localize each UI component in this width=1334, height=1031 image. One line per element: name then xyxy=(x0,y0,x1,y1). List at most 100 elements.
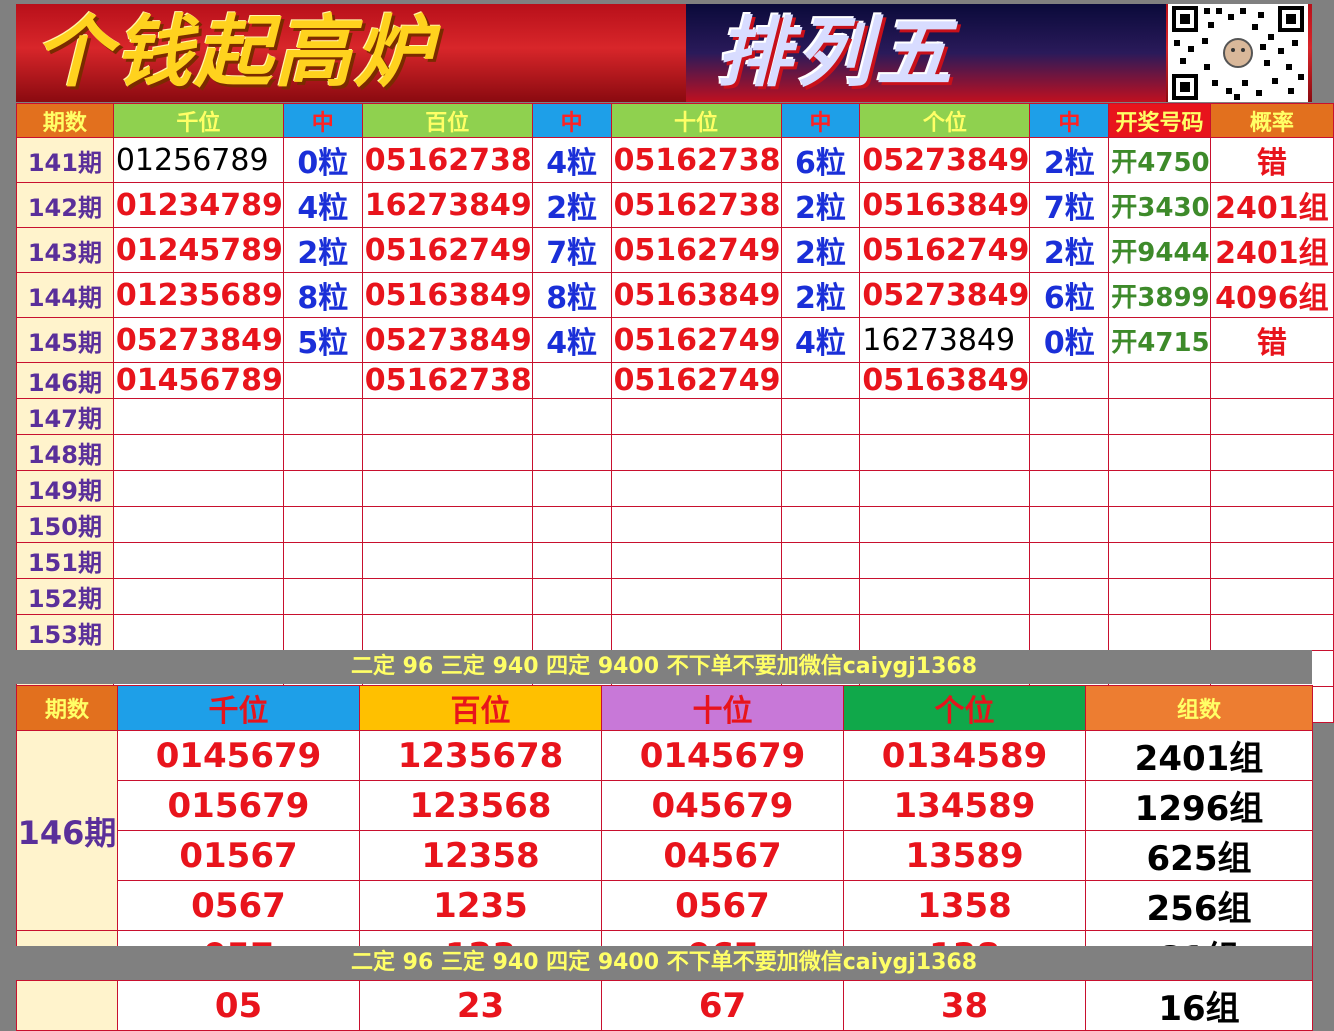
rate-result: 错 xyxy=(1209,137,1334,183)
bai-hit-count: 8粒 xyxy=(531,272,612,318)
ge-digits xyxy=(859,542,1031,579)
rate-result xyxy=(1209,578,1334,615)
header-ge: 个位 xyxy=(859,103,1031,138)
qian-hit-count: 0粒 xyxy=(282,137,363,183)
period-cell: 147期 xyxy=(16,398,114,435)
open-number xyxy=(1108,614,1211,651)
ge-digits: 05273849 xyxy=(859,137,1031,183)
ge-hit-count xyxy=(1029,470,1110,507)
shi-hit-count: 2粒 xyxy=(780,182,861,228)
shi-hit-count xyxy=(780,578,861,615)
group-count: 625组 xyxy=(1085,830,1313,881)
header-hit: 中 xyxy=(1029,103,1110,138)
rate-result xyxy=(1209,614,1334,651)
header-bai: 百位 xyxy=(359,685,602,731)
history-row: 145期 05273849 5粒 05273849 4粒 05162749 4粒 162738… xyxy=(16,317,1334,363)
qian-digits xyxy=(112,614,284,651)
shi-digits xyxy=(610,470,782,507)
shi-hit-count xyxy=(780,362,861,399)
bai-hit-count: 2粒 xyxy=(531,182,612,228)
rate-result xyxy=(1209,542,1334,579)
qian-hit-count xyxy=(282,470,363,507)
shi-hit-count xyxy=(780,470,861,507)
shi-hit-count: 4粒 xyxy=(780,317,861,363)
rate-result: 2401组 xyxy=(1209,182,1334,228)
history-row: 144期 01235689 8粒 05163849 8粒 05163849 2粒 052738… xyxy=(16,272,1334,318)
bai-digits xyxy=(361,470,533,507)
period-cell: 144期 xyxy=(16,272,114,318)
prediction-row: 0567 1235 0567 1358 256组 xyxy=(17,880,1313,931)
rate-result xyxy=(1209,362,1334,399)
shi-digits xyxy=(610,578,782,615)
bai-digits: 16273849 xyxy=(361,182,533,228)
open-number: 开4750 xyxy=(1108,137,1211,183)
ge-hit-count xyxy=(1029,434,1110,471)
ge-hit-count xyxy=(1029,506,1110,543)
rate-result xyxy=(1209,398,1334,435)
shi-digits xyxy=(610,398,782,435)
ge-digits: 134589 xyxy=(843,780,1086,831)
period-cell: 146期 xyxy=(16,730,118,931)
ge-hit-count: 2粒 xyxy=(1029,137,1110,183)
footer-note-top: 二定 96 三定 940 四定 9400 不下单不要加微信caiygj1368 xyxy=(16,650,1312,684)
shi-digits: 045679 xyxy=(601,780,844,831)
shi-hit-count: 6粒 xyxy=(780,137,861,183)
rate-result: 错 xyxy=(1209,317,1334,363)
ge-digits: 05162749 xyxy=(859,227,1031,273)
period-cell: 145期 xyxy=(16,317,114,363)
bai-digits xyxy=(361,542,533,579)
header-rate: 概率 xyxy=(1209,103,1334,138)
bai-hit-count xyxy=(531,542,612,579)
ge-hit-count xyxy=(1029,614,1110,651)
title-banner: 个钱起高炉 排列五 xyxy=(16,4,1312,102)
ge-digits xyxy=(859,470,1031,507)
shi-hit-count xyxy=(780,614,861,651)
bai-hit-count xyxy=(531,506,612,543)
qian-hit-count: 8粒 xyxy=(282,272,363,318)
shi-digits: 05162738 xyxy=(610,182,782,228)
bai-digits: 05273849 xyxy=(361,317,533,363)
shi-digits xyxy=(610,434,782,471)
header-shi: 十位 xyxy=(601,685,844,731)
bai-digits: 05162738 xyxy=(361,362,533,399)
prediction-row: 01567 12358 04567 13589 625组 xyxy=(17,830,1313,881)
open-number: 开3899 xyxy=(1108,272,1211,318)
prediction-header-row: 期数 千位 百位 十位 个位 组数 xyxy=(16,685,1313,731)
qian-hit-count xyxy=(282,614,363,651)
ge-digits xyxy=(859,506,1031,543)
shi-digits xyxy=(610,506,782,543)
shi-digits: 0567 xyxy=(601,880,844,931)
shi-hit-count xyxy=(780,506,861,543)
ge-digits: 16273849 xyxy=(859,317,1031,363)
ge-hit-count xyxy=(1029,578,1110,615)
qian-hit-count xyxy=(282,506,363,543)
header-bai: 百位 xyxy=(361,103,533,138)
prediction-row: 146期 0145679 1235678 0145679 0134589 2401组 xyxy=(16,730,1313,931)
bai-digits xyxy=(361,434,533,471)
group-count: 1296组 xyxy=(1085,780,1313,831)
qian-digits xyxy=(112,398,284,435)
ge-digits: 13589 xyxy=(843,830,1086,881)
open-number xyxy=(1108,506,1211,543)
history-row: 148期 xyxy=(16,434,1334,471)
ge-hit-count xyxy=(1029,398,1110,435)
shi-hit-count xyxy=(780,434,861,471)
header-hit: 中 xyxy=(780,103,861,138)
open-number: 开4715 xyxy=(1108,317,1211,363)
bai-hit-count xyxy=(531,614,612,651)
shi-digits xyxy=(610,542,782,579)
open-number: 开3430 xyxy=(1108,182,1211,228)
qian-digits: 05273849 xyxy=(112,317,284,363)
history-table: 期数 千位 中 百位 中 十位 中 个位 中 开奖号码 概率 141期 01256… xyxy=(16,103,1334,723)
shi-digits: 67 xyxy=(601,980,844,1031)
period-cell: 152期 xyxy=(16,578,114,615)
qian-digits: 01456789 xyxy=(112,362,284,399)
qian-hit-count xyxy=(282,542,363,579)
bai-hit-count xyxy=(531,398,612,435)
open-number xyxy=(1108,434,1211,471)
rate-result: 4096组 xyxy=(1209,272,1334,318)
header-ge: 个位 xyxy=(843,685,1086,731)
history-row: 152期 xyxy=(16,578,1334,615)
history-row: 147期 xyxy=(16,398,1334,435)
bai-hit-count: 4粒 xyxy=(531,137,612,183)
